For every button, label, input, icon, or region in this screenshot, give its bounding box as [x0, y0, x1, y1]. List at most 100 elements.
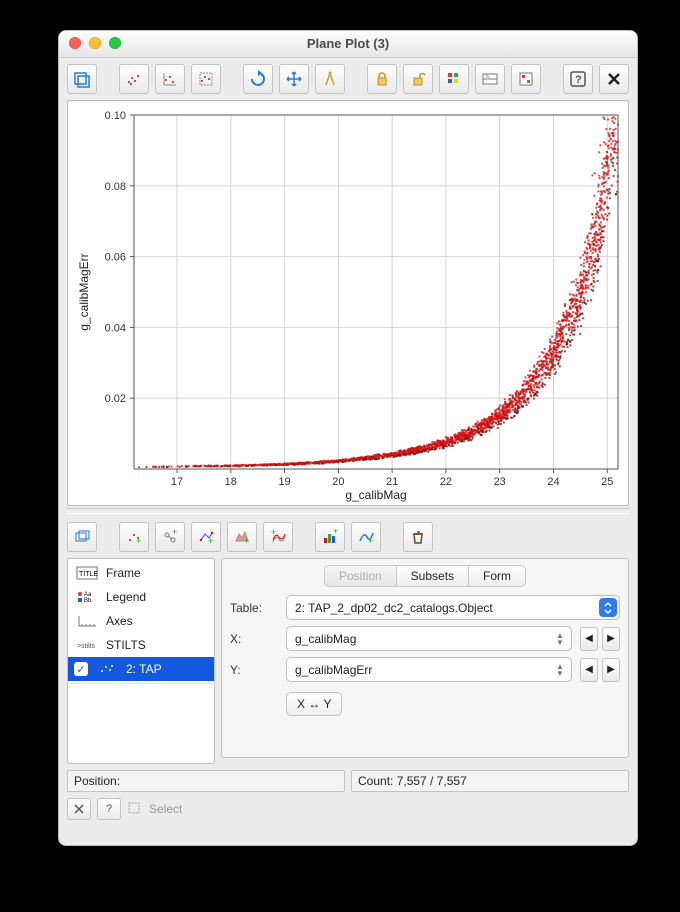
tree-item-axes[interactable]: Axes	[68, 609, 214, 633]
close-window-button[interactable]	[69, 37, 81, 49]
add-histogram-layer-button[interactable]: +	[315, 522, 345, 552]
footer-help-button[interactable]: ?	[97, 798, 121, 820]
svg-text:17: 17	[171, 476, 183, 488]
window-controls	[69, 37, 121, 49]
pair-icon: +	[162, 529, 178, 545]
x-prev-button[interactable]: ◀	[580, 627, 598, 651]
svg-text:0.02: 0.02	[105, 393, 126, 405]
svg-text:+: +	[172, 529, 177, 537]
y-label: Y:	[230, 663, 278, 677]
palette-icon	[445, 70, 463, 88]
svg-text:?: ?	[575, 74, 582, 86]
position-form: Position Subsets Form Table: 2: TAP_2_dp…	[221, 558, 629, 758]
scatter-blue-icon	[125, 70, 143, 88]
layer-visible-checkbox[interactable]: ✓	[74, 662, 88, 676]
tree-item-stilts[interactable]: >stilts STILTS	[68, 633, 214, 657]
rescale-icon	[161, 70, 179, 88]
add-area-layer-button[interactable]: +	[227, 522, 257, 552]
tree-item-frame[interactable]: TITLE Frame	[68, 561, 214, 585]
x-field-value: g_calibMag	[295, 632, 356, 646]
svg-text:22: 22	[440, 476, 452, 488]
footer-close-button[interactable]	[67, 798, 91, 820]
add-layer-button[interactable]	[67, 522, 97, 552]
legend-tree-icon: AaBb	[74, 589, 100, 605]
svg-text:23: 23	[494, 476, 506, 488]
minimize-window-button[interactable]	[89, 37, 101, 49]
lock-x-button[interactable]	[367, 64, 397, 94]
tree-empty-area[interactable]	[70, 683, 212, 759]
tree-item-legend[interactable]: AaBb Legend	[68, 585, 214, 609]
y-prev-button[interactable]: ◀	[580, 658, 598, 682]
svg-text:25: 25	[601, 476, 613, 488]
add-xyarray-layer-button[interactable]: +	[263, 522, 293, 552]
control-tree[interactable]: TITLE Frame AaBb Legend Axes >stilts STI…	[67, 558, 215, 764]
export-plot-button[interactable]	[67, 64, 97, 94]
tree-item-label: 2: TAP	[126, 662, 162, 676]
axes-icon	[74, 613, 100, 629]
svg-text:+: +	[244, 536, 249, 545]
table-select-value: 2: TAP_2_dp02_dc2_catalogs.Object	[295, 601, 493, 615]
layer-toolbar: + + + + + + +	[59, 516, 637, 558]
rescale-button[interactable]	[155, 64, 185, 94]
window-title: Plane Plot (3)	[59, 31, 637, 57]
tree-item-label: Frame	[106, 566, 141, 580]
tab-form[interactable]: Form	[469, 565, 526, 587]
lock-y-button[interactable]	[403, 64, 433, 94]
svg-text:+: +	[271, 529, 276, 537]
replot-button[interactable]	[119, 64, 149, 94]
close-icon	[73, 803, 85, 815]
redraw-button[interactable]	[243, 64, 273, 94]
svg-text:24: 24	[547, 476, 559, 488]
refresh-icon	[249, 70, 267, 88]
svg-text:0.10: 0.10	[105, 110, 126, 122]
main-toolbar: % ?	[59, 58, 637, 100]
svg-text:0.06: 0.06	[105, 252, 126, 264]
select-icon	[127, 801, 143, 818]
trash-icon	[410, 529, 426, 545]
y-next-button[interactable]: ▶	[602, 658, 620, 682]
add-mark-layer-button[interactable]: +	[119, 522, 149, 552]
svg-text:21: 21	[386, 476, 398, 488]
tab-position[interactable]: Position	[324, 565, 397, 587]
svg-text:+: +	[333, 529, 338, 536]
svg-text:0.08: 0.08	[105, 181, 126, 193]
sketch-button[interactable]	[439, 64, 469, 94]
pan-button[interactable]	[279, 64, 309, 94]
add-function-layer-button[interactable]: +	[351, 522, 381, 552]
svg-text:%: %	[485, 74, 490, 80]
legend-button[interactable]: %	[475, 64, 505, 94]
remove-layer-button[interactable]	[403, 522, 433, 552]
status-bar: Position: Count: 7,557 / 7,557	[67, 770, 629, 792]
svg-text:+: +	[136, 536, 141, 545]
measure-button[interactable]	[315, 64, 345, 94]
marks-icon: +	[126, 529, 142, 545]
zoom-window-button[interactable]	[109, 37, 121, 49]
svg-text:+: +	[368, 536, 373, 545]
splitter[interactable]	[67, 508, 629, 514]
lower-panel: TITLE Frame AaBb Legend Axes >stilts STI…	[59, 558, 637, 764]
tab-subsets[interactable]: Subsets	[397, 565, 469, 587]
rescale-xy-button[interactable]	[191, 64, 221, 94]
x-next-button[interactable]: ▶	[602, 627, 620, 651]
x-field[interactable]: g_calibMag ▲▼	[286, 626, 572, 651]
aux-axis-button[interactable]	[511, 64, 541, 94]
add-quad-layer-button[interactable]: +	[191, 522, 221, 552]
stepper-icon: ▲▼	[553, 627, 567, 650]
tree-item-layer-selected[interactable]: ✓ 2: TAP	[68, 657, 214, 681]
tree-item-label: Axes	[106, 614, 133, 628]
svg-text:Bb: Bb	[84, 598, 92, 604]
lock-open-icon	[409, 70, 427, 88]
table-label: Table:	[230, 601, 278, 615]
stilts-icon: >stilts	[74, 637, 100, 653]
titlebar: Plane Plot (3)	[59, 31, 637, 58]
add-pair-layer-button[interactable]: +	[155, 522, 185, 552]
y-field[interactable]: g_calibMagErr ▲▼	[286, 657, 572, 682]
scatter-plot[interactable]: 1718192021222324250.020.040.060.080.10g_…	[72, 105, 628, 503]
close-button[interactable]	[599, 64, 629, 94]
frame-icon: TITLE	[74, 565, 100, 581]
help-button[interactable]: ?	[563, 64, 593, 94]
table-select[interactable]: 2: TAP_2_dp02_dc2_catalogs.Object	[286, 595, 620, 620]
swap-xy-button[interactable]: X ↔ Y	[286, 692, 342, 716]
svg-text:>stilts: >stilts	[77, 643, 96, 650]
y-field-value: g_calibMagErr	[295, 663, 372, 677]
